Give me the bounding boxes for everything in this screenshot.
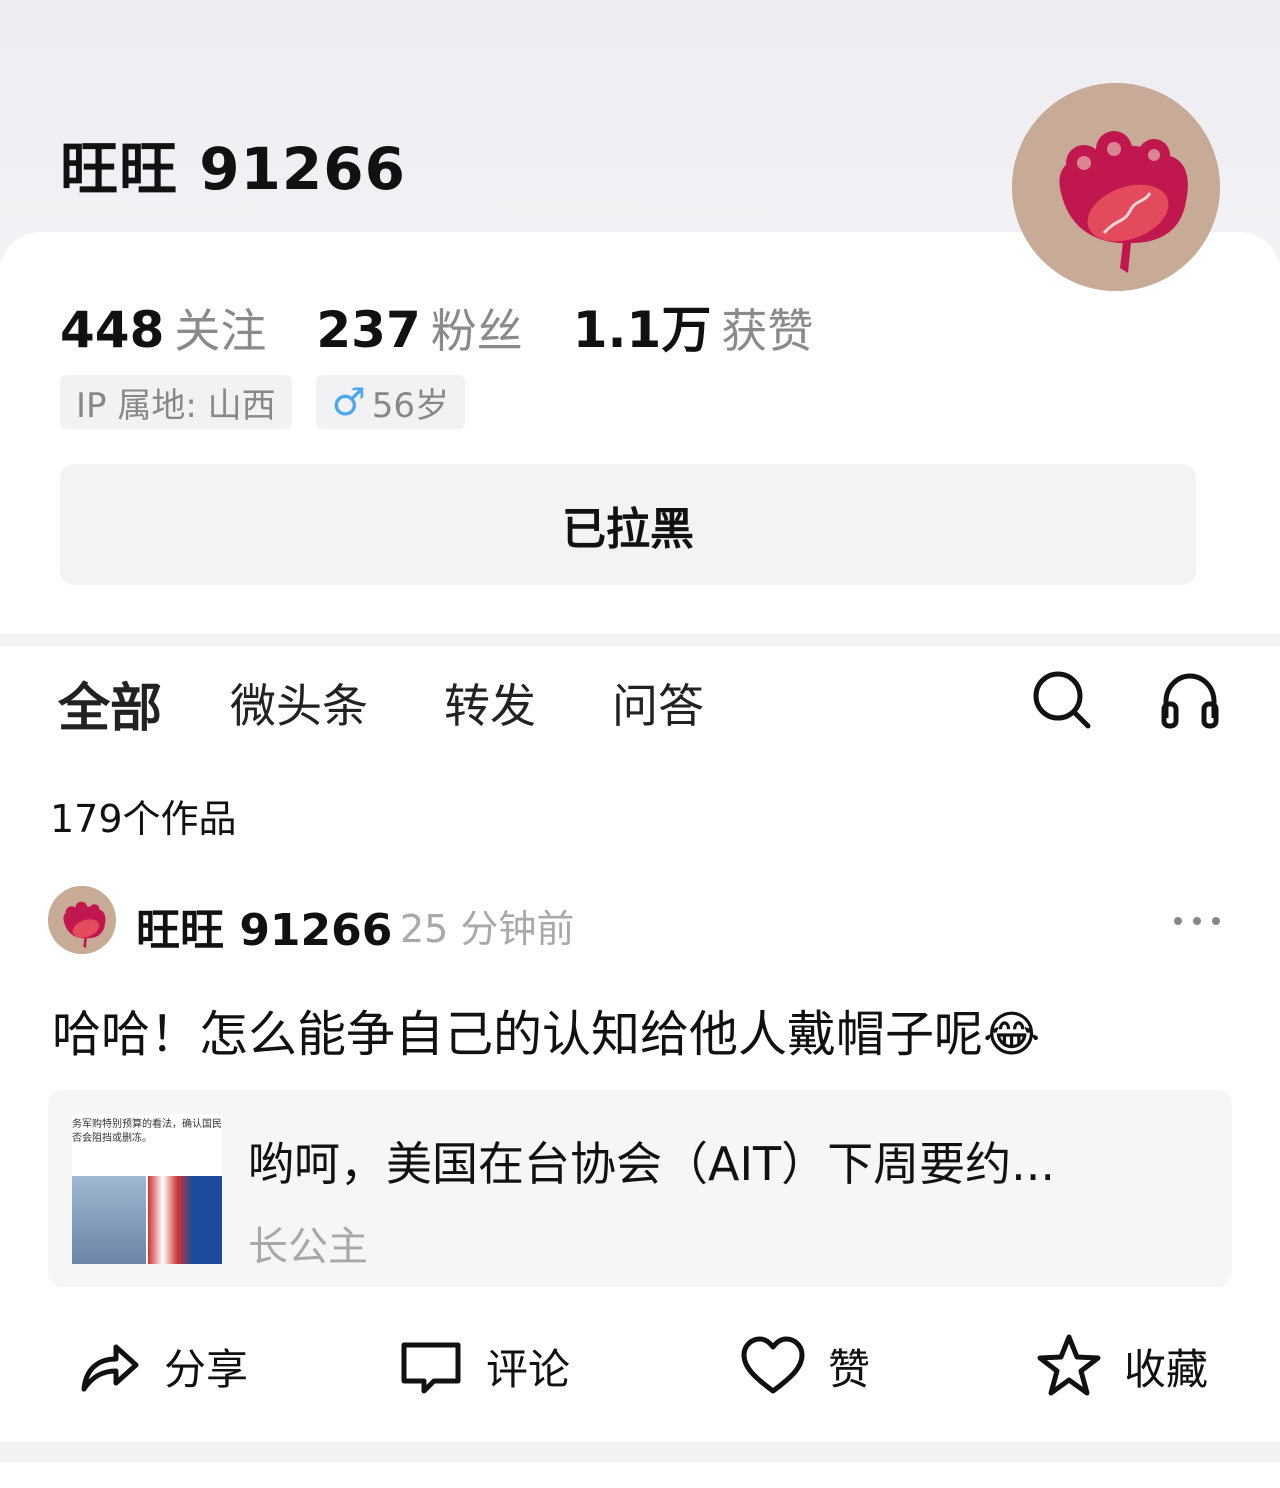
favorite-label: 收藏: [1124, 1344, 1209, 1394]
stat-likes-label: 获赞: [721, 304, 814, 358]
stat-following-count: 448: [60, 301, 165, 359]
post-actions: 分享 评论 赞 收藏: [0, 1326, 1280, 1416]
favorite-button[interactable]: 收藏: [1036, 1326, 1208, 1406]
share-label: 分享: [164, 1344, 249, 1394]
share-button[interactable]: 分享: [76, 1326, 248, 1406]
content-tabs: 全部 微头条 转发 问答: [0, 646, 1280, 756]
blocked-button[interactable]: 已拉黑: [60, 464, 1196, 585]
heart-icon: [741, 1336, 805, 1394]
tab-micro-headlines[interactable]: 微头条: [230, 670, 368, 736]
stat-followers-count: 237: [316, 301, 421, 359]
profile-stats: 448 关注 237 粉丝 1.1万 获赞: [60, 290, 863, 362]
thumbnail-caption-line: 否会阻挡或删冻。: [72, 1133, 152, 1144]
comment-icon: [401, 1342, 461, 1394]
thumbnail-caption-line: 务军购特别预算的看法，确认国民党: [72, 1119, 222, 1130]
stat-following-label: 关注: [174, 304, 267, 358]
stat-following[interactable]: 448 关注: [60, 295, 266, 361]
profile-avatar[interactable]: [1012, 83, 1220, 291]
thumbnail-photo-left: [72, 1176, 146, 1264]
profile-username: 旺旺 91266: [60, 135, 406, 203]
profile-tags: IP 属地: 山西 ♂ 56岁: [60, 375, 489, 429]
comment-label: 评论: [486, 1344, 571, 1394]
flower-avatar-image: [48, 886, 116, 954]
post-timestamp: 25 分钟前: [400, 907, 575, 951]
age-tag: ♂ 56岁: [315, 375, 465, 429]
thumbnail-caption: 务军购特别预算的看法，确认国民党 否会阻挡或删冻。: [72, 1118, 222, 1146]
stat-likes[interactable]: 1.1万 获赞: [573, 290, 814, 362]
thumbnail-photo-right: [148, 1176, 222, 1264]
male-icon: ♂: [331, 380, 366, 424]
quoted-post-author: 长公主: [248, 1224, 368, 1270]
tab-reposts[interactable]: 转发: [444, 670, 536, 736]
ip-location-tag: IP 属地: 山西: [60, 375, 292, 429]
tab-qa[interactable]: 问答: [612, 670, 704, 736]
post-author-avatar[interactable]: [48, 886, 116, 954]
profile-card: 448 关注 237 粉丝 1.1万 获赞 IP 属地: 山西 ♂ 56岁 已拉…: [0, 232, 1280, 634]
like-label: 赞: [828, 1344, 871, 1394]
star-icon: [1037, 1334, 1101, 1396]
post-header: 旺旺 91266 25 分钟前: [48, 886, 1232, 956]
headphones-icon[interactable]: [1158, 668, 1222, 732]
bottom-divider: [0, 1442, 1280, 1462]
post-text[interactable]: 哈哈！怎么能争自己的认知给他人戴帽子呢😂: [52, 995, 1040, 1066]
search-icon[interactable]: [1030, 668, 1094, 732]
tab-all[interactable]: 全部: [58, 666, 162, 741]
stat-followers[interactable]: 237 粉丝: [316, 295, 522, 361]
quoted-post-title: 哟呵，美国在台协会（AIT）下周要约...: [248, 1137, 1055, 1191]
comment-button[interactable]: 评论: [398, 1326, 570, 1406]
flower-avatar-image: [1012, 83, 1220, 291]
section-divider: [0, 634, 1280, 646]
more-icon[interactable]: [1172, 906, 1222, 936]
stat-likes-count: 1.1万: [572, 301, 712, 359]
quoted-post-thumbnail: 务军购特别预算的看法，确认国民党 否会阻挡或删冻。: [72, 1114, 222, 1264]
post-author-name[interactable]: 旺旺 91266: [136, 894, 392, 958]
works-count: 179个作品: [50, 797, 237, 841]
age-label: 56岁: [371, 385, 449, 426]
like-button[interactable]: 赞: [740, 1326, 870, 1406]
share-icon: [81, 1344, 139, 1392]
stat-followers-label: 粉丝: [430, 304, 523, 358]
quoted-post-card[interactable]: 务军购特别预算的看法，确认国民党 否会阻挡或删冻。 哟呵，美国在台协会（AIT）…: [48, 1090, 1232, 1287]
